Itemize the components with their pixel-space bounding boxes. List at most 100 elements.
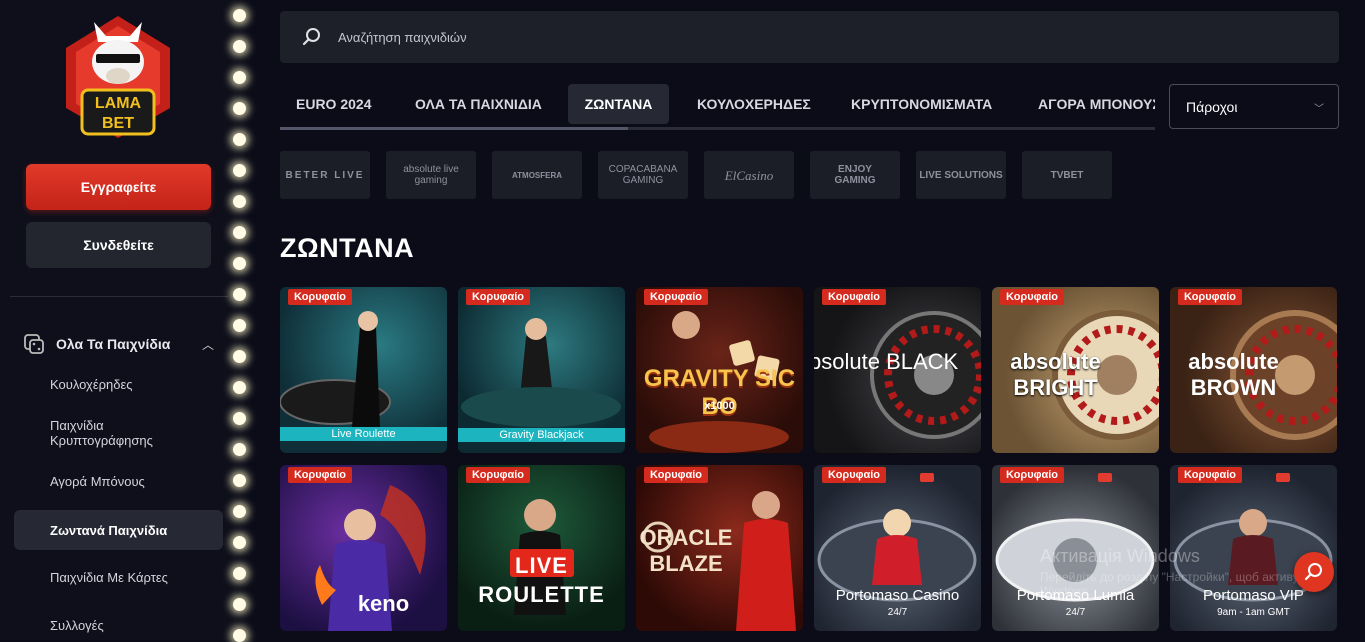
providers-dropdown-label: Πάροχοι: [1186, 98, 1238, 115]
category-tabs: EURO 2024 ΟΛΑ ΤΑ ΠΑΙΧΝΙΔΙΑ ΖΩΝΤΑΝΑ ΚΟΥΛΟ…: [280, 84, 1155, 130]
section-title: ΖΩΝΤΑΝΑ: [280, 233, 415, 263]
sidebar-item-slots[interactable]: Κουλοχέρηδες: [50, 377, 210, 392]
game-title: keno: [357, 591, 410, 616]
game-title: Portomaso Casino: [835, 587, 960, 604]
search-icon: [1304, 563, 1322, 581]
light-bulb: [233, 102, 246, 115]
game-hours: 24/7: [1065, 607, 1086, 618]
tabs-scroll-track[interactable]: [280, 127, 1155, 130]
provider-name: LIVE SOLUTIONS: [919, 169, 1003, 181]
sidebar-item-crypto-games[interactable]: Παιχνίδια Κρυπτογράφησης: [50, 418, 210, 448]
sidebar-item-bonus-buy[interactable]: Αγορά Μπόνους: [50, 474, 210, 489]
provider-name: ATMOSFERA: [511, 170, 563, 180]
tab-live[interactable]: ΖΩΝΤΑΝΑ: [568, 84, 669, 124]
top-badge: Κορυφαίο: [1000, 467, 1065, 483]
game-card[interactable]: Κορυφαίο LIVE ROULETTE: [458, 465, 625, 631]
game-card[interactable]: Κορυφαίο keno: [280, 465, 447, 631]
game-card[interactable]: Κορυφαίο GRAVITY SIC BO x1000: [636, 287, 803, 453]
tab-all-games[interactable]: ΟΛΑ ΤΑ ΠΑΙΧΝΙΔΙΑ: [399, 84, 558, 124]
search-icon: [302, 28, 320, 46]
top-badge: Κορυφαίο: [1178, 467, 1243, 483]
light-bulb: [233, 629, 246, 642]
providers-dropdown[interactable]: Πάροχοι ﹀: [1169, 84, 1339, 129]
provider-atmosfera[interactable]: ATMOSFERA: [492, 151, 582, 199]
search-input[interactable]: [338, 29, 938, 45]
game-card[interactable]: Κορυφαίο ORACLE BLAZE: [636, 465, 803, 631]
game-hours: 9am - 1am GMT: [1217, 607, 1290, 618]
game-title-line2: ROULETTE: [478, 582, 605, 607]
sidebar-section-label: Ολα Τα Παιχνίδια: [56, 336, 171, 352]
provider-enjoy-gaming[interactable]: ENJOY GAMING: [810, 151, 900, 199]
light-bulb: [233, 40, 246, 53]
game-card[interactable]: Κορυφαίο absolute BRIGHT: [992, 287, 1159, 453]
sidebar-item-collections[interactable]: Συλλογές: [50, 618, 210, 633]
light-bulb: [233, 412, 246, 425]
light-bulb: [233, 474, 246, 487]
provider-name: BETER LIVE: [285, 169, 365, 181]
provider-copacabana[interactable]: COPACABANA GAMING: [598, 151, 688, 199]
top-badge: Κορυφαίο: [466, 467, 531, 483]
top-badge: Κορυφαίο: [822, 289, 887, 305]
windows-activation-watermark: Активація Windows: [1040, 546, 1200, 566]
game-card[interactable]: Κορυφαίο Live Roulette: [280, 287, 447, 453]
top-badge: Κορυφαίο: [644, 289, 709, 305]
sidebar-item-card-games[interactable]: Παιχνίδια Με Κάρτες: [50, 570, 210, 585]
search-bar[interactable]: [280, 11, 1339, 63]
top-badge: Κορυφαίο: [1178, 289, 1243, 305]
top-badge: Κορυφαίο: [466, 289, 531, 305]
light-bulb: [233, 164, 246, 177]
provider-live-solutions[interactable]: LIVE SOLUTIONS: [916, 151, 1006, 199]
light-bulb: [233, 505, 246, 518]
game-title: GRAVITY SIC BO: [643, 365, 796, 420]
tab-bonus-buy[interactable]: ΑΓΟΡΑ ΜΠΟΝΟΥΣ: [1022, 84, 1155, 124]
game-title: absolute BRIGHT: [1010, 349, 1101, 400]
provider-name: absolute live gaming: [403, 164, 459, 186]
top-badge: Κορυφαίο: [1000, 289, 1065, 305]
game-multiplier: x1000: [704, 400, 735, 412]
light-bulb: [233, 536, 246, 549]
sidebar-section-all-games[interactable]: Ολα Τα Παιχνίδια ︿: [24, 330, 220, 358]
light-bulb: [233, 71, 246, 84]
logo-text-2: BET: [102, 115, 134, 132]
game-title-line1: LIVE: [515, 553, 568, 578]
game-card[interactable]: Κορυφαίο Gravity Blackjack: [458, 287, 625, 453]
floating-search-button[interactable]: [1294, 552, 1334, 592]
game-card[interactable]: Κορυφαίο absolute BLACK: [814, 287, 981, 453]
lamabet-logo[interactable]: LAMA BET: [58, 12, 178, 140]
light-bulb: [233, 350, 246, 363]
light-bulb: [233, 257, 246, 270]
top-badge: Κορυφαίο: [288, 467, 353, 483]
provider-name: TVBET: [1050, 169, 1084, 181]
game-title: Live Roulette: [331, 428, 396, 440]
light-bulb: [233, 133, 246, 146]
sidebar-item-live-games[interactable]: Ζωντανά Παιχνίδια: [14, 510, 223, 550]
provider-beter[interactable]: BETER LIVE: [280, 151, 370, 199]
game-card[interactable]: Κορυφαίο Portomaso Casino 24/7: [814, 465, 981, 631]
light-bulb: [233, 319, 246, 332]
provider-tvbet[interactable]: TVBET: [1022, 151, 1112, 199]
game-title: ORACLE BLAZE: [639, 525, 733, 576]
game-hours: 24/7: [887, 607, 908, 618]
login-button[interactable]: Συνδεθείτε: [26, 222, 211, 268]
provider-absolute-live-gaming[interactable]: absolute live gaming: [386, 151, 476, 199]
game-title: absolute BLACK: [814, 349, 959, 374]
tab-crypto[interactable]: ΚΡΥΠΤΟΝΟΜΙΣΜΑΤΑ: [835, 84, 1008, 124]
chevron-down-icon: ﹀: [1314, 104, 1324, 115]
top-badge: Κορυφαίο: [822, 467, 887, 483]
tabs-scroll-thumb[interactable]: [280, 127, 628, 130]
logo-text-1: LAMA: [95, 95, 142, 112]
marquee-lights: [233, 0, 247, 642]
chevron-up-icon[interactable]: ︿: [202, 336, 214, 353]
game-card[interactable]: Κορυφαίο absolute BROWN: [1170, 287, 1337, 453]
sidebar-divider: [10, 296, 228, 297]
light-bulb: [233, 381, 246, 394]
top-badge: Κορυφαίο: [288, 289, 353, 305]
game-title: Gravity Blackjack: [499, 429, 584, 441]
tab-slots[interactable]: ΚΟΥΛΟΧΕΡΗΔΕΣ: [681, 84, 827, 124]
light-bulb: [233, 195, 246, 208]
provider-elcasino[interactable]: ElCasino: [704, 151, 794, 199]
light-bulb: [233, 9, 246, 22]
games-icon: [24, 334, 44, 354]
tab-euro-2024[interactable]: EURO 2024: [280, 84, 387, 124]
register-button[interactable]: Εγγραφείτε: [26, 164, 211, 210]
